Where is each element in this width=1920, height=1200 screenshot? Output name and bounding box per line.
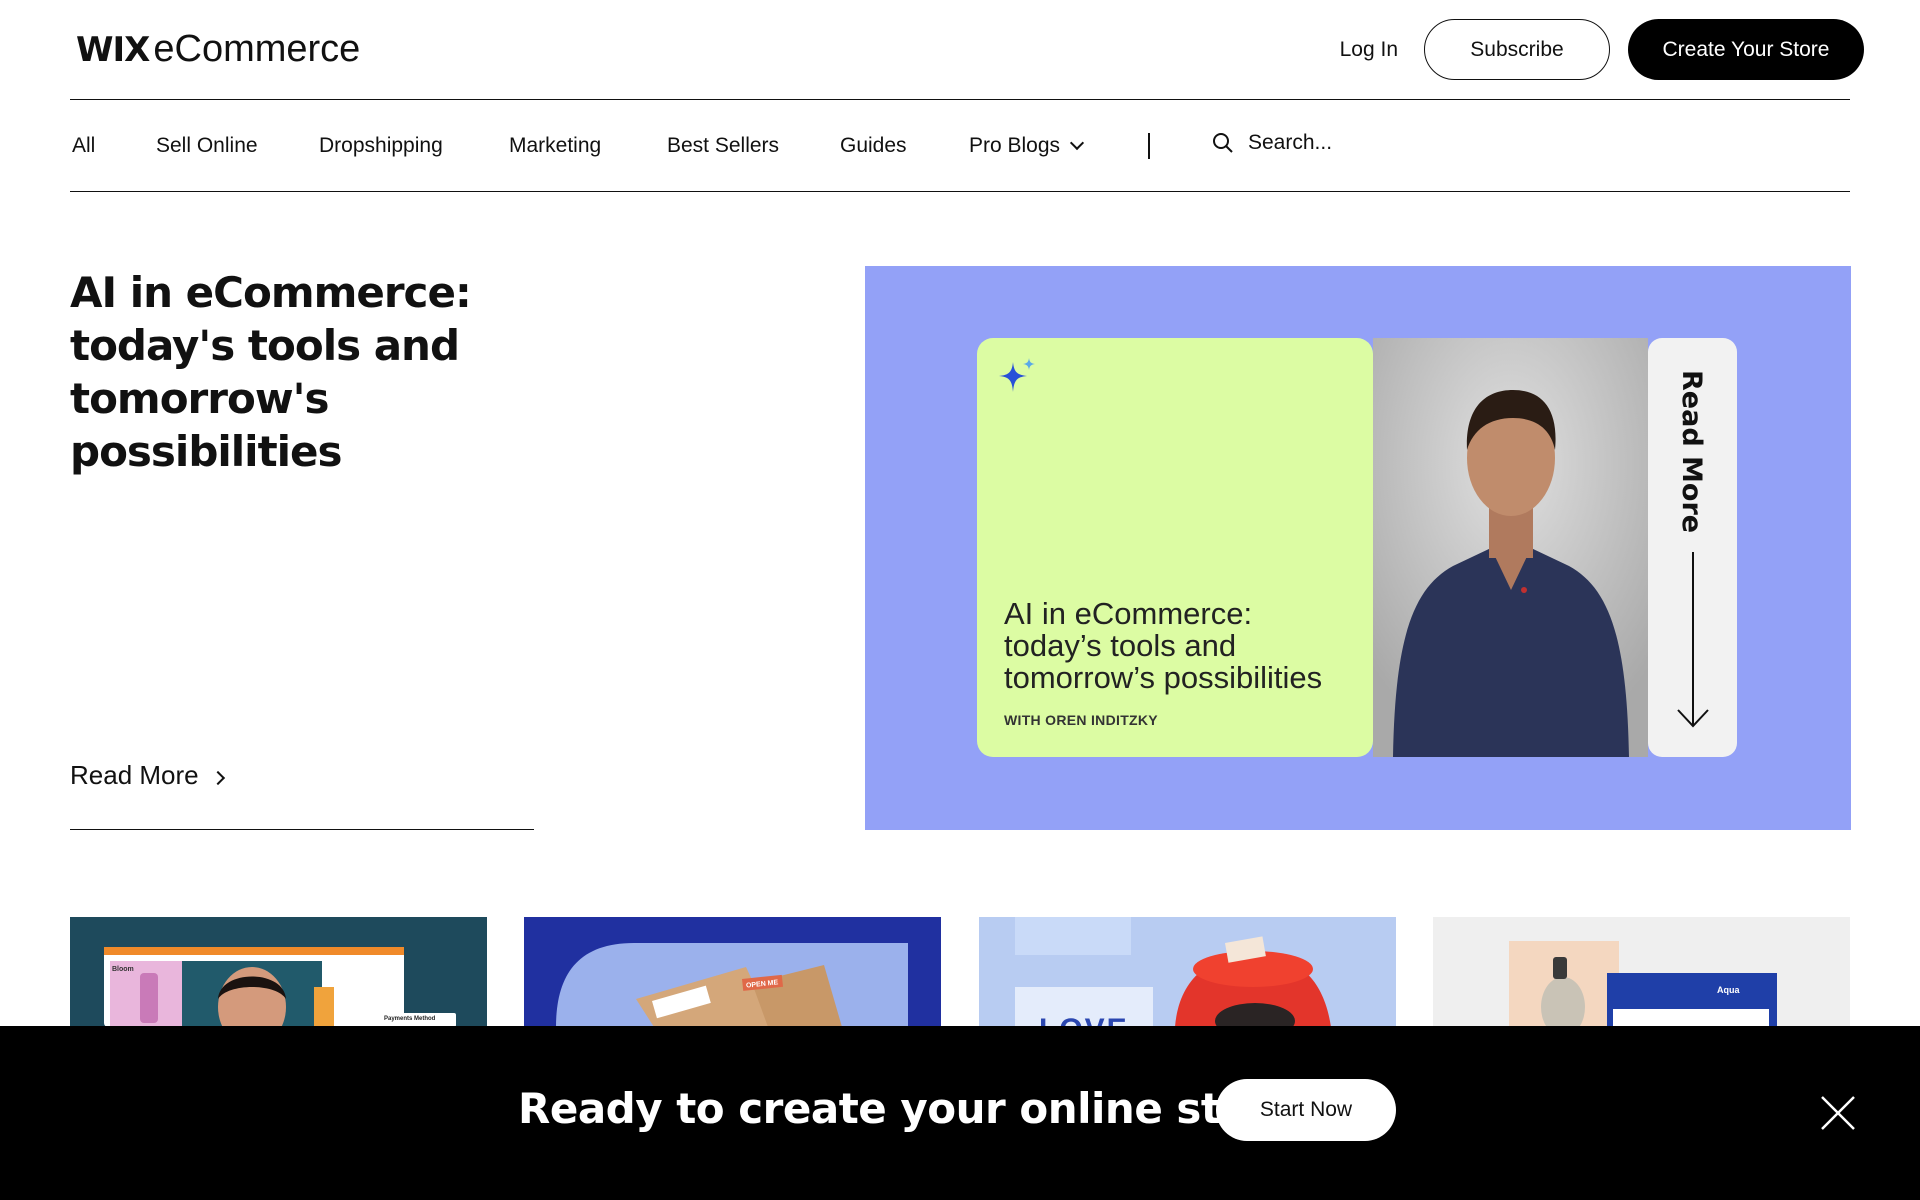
subscribe-button[interactable]: Subscribe <box>1424 19 1610 80</box>
nav-item-sell-online[interactable]: Sell Online <box>156 134 258 158</box>
read-more-link[interactable]: Read More <box>70 760 534 830</box>
cta-banner-text: Ready to create your online store? <box>518 1084 1321 1133</box>
hero-image[interactable]: AI in eCommerce: today’s tools and tomor… <box>865 266 1851 830</box>
thumbnail-4-brand: Aqua <box>1717 985 1740 995</box>
chevron-down-icon <box>1069 135 1085 151</box>
hero-card: AI in eCommerce: today’s tools and tomor… <box>977 338 1373 757</box>
article-thumbnail-3[interactable]: LOVE <box>979 917 1396 1027</box>
thumbnail-1-payment: Payments Method <box>384 1016 436 1022</box>
wix-ecommerce-logo[interactable]: WIX eCommerce <box>76 28 360 71</box>
start-now-button[interactable]: Start Now <box>1216 1079 1396 1141</box>
hero-card-title-line: tomorrow’s possibilities <box>1004 660 1323 695</box>
nav-item-pro-blogs[interactable]: Pro Blogs <box>969 134 1085 158</box>
logo-ecommerce-text: eCommerce <box>153 28 361 70</box>
site-header: WIX eCommerce Log In Subscribe Create Yo… <box>70 0 1864 100</box>
hero-side-panel: Read More <box>1648 338 1737 757</box>
article-thumbnail-1[interactable]: Bloom Payments Method <box>70 917 487 1027</box>
create-store-button[interactable]: Create Your Store <box>1628 19 1864 80</box>
close-icon[interactable] <box>1818 1093 1858 1133</box>
hero-card-title: AI in eCommerce: today’s tools and tomor… <box>1004 598 1322 694</box>
nav-item-marketing[interactable]: Marketing <box>509 134 601 158</box>
side-read-more: Read More <box>1676 370 1707 534</box>
login-link[interactable]: Log In <box>1340 38 1398 62</box>
hero-title[interactable]: AI in eCommerce: today's tools and tomor… <box>70 266 510 478</box>
thumbnail-3-text: LOVE <box>1039 1013 1129 1027</box>
thumbnail-4-image <box>1509 941 1777 1027</box>
nav-item-all[interactable]: All <box>72 134 95 158</box>
speaker-photo <box>1373 338 1648 757</box>
category-nav: All Sell Online Dropshipping Marketing B… <box>70 101 1850 192</box>
read-more-label: Read More <box>70 760 199 790</box>
thumbnail-2-image <box>556 943 908 1027</box>
hero-card-title-line: AI in eCommerce: <box>1004 596 1253 631</box>
thumbnail-1-brand: Bloom <box>112 966 134 973</box>
sparkle-icon <box>999 358 1035 392</box>
pro-blogs-label: Pro Blogs <box>969 134 1061 157</box>
search-input[interactable] <box>1248 131 1548 155</box>
hero-card-author: WITH OREN INDITZKY <box>1004 712 1158 728</box>
search-icon <box>1213 133 1233 153</box>
nav-item-dropshipping[interactable]: Dropshipping <box>319 134 443 158</box>
speaker-illustration <box>1373 338 1648 757</box>
hero-card-title-line: today’s tools and <box>1004 628 1237 663</box>
nav-divider <box>1148 133 1150 159</box>
chevron-right-icon <box>210 770 225 786</box>
thumbnail-3-image <box>1015 917 1331 1027</box>
arrow-down-icon <box>1677 552 1709 728</box>
nav-item-guides[interactable]: Guides <box>840 134 907 158</box>
cta-banner: Ready to create your online store? Start… <box>0 1026 1920 1200</box>
search-box[interactable] <box>1212 131 1548 155</box>
header-actions: Log In Subscribe Create Your Store <box>1340 19 1864 80</box>
article-thumbnail-4[interactable]: Aqua <box>1433 917 1850 1027</box>
logo-wix-text: WIX <box>76 30 150 70</box>
article-thumbnail-2[interactable]: OPEN ME <box>524 917 941 1027</box>
nav-item-best-sellers[interactable]: Best Sellers <box>667 134 779 158</box>
